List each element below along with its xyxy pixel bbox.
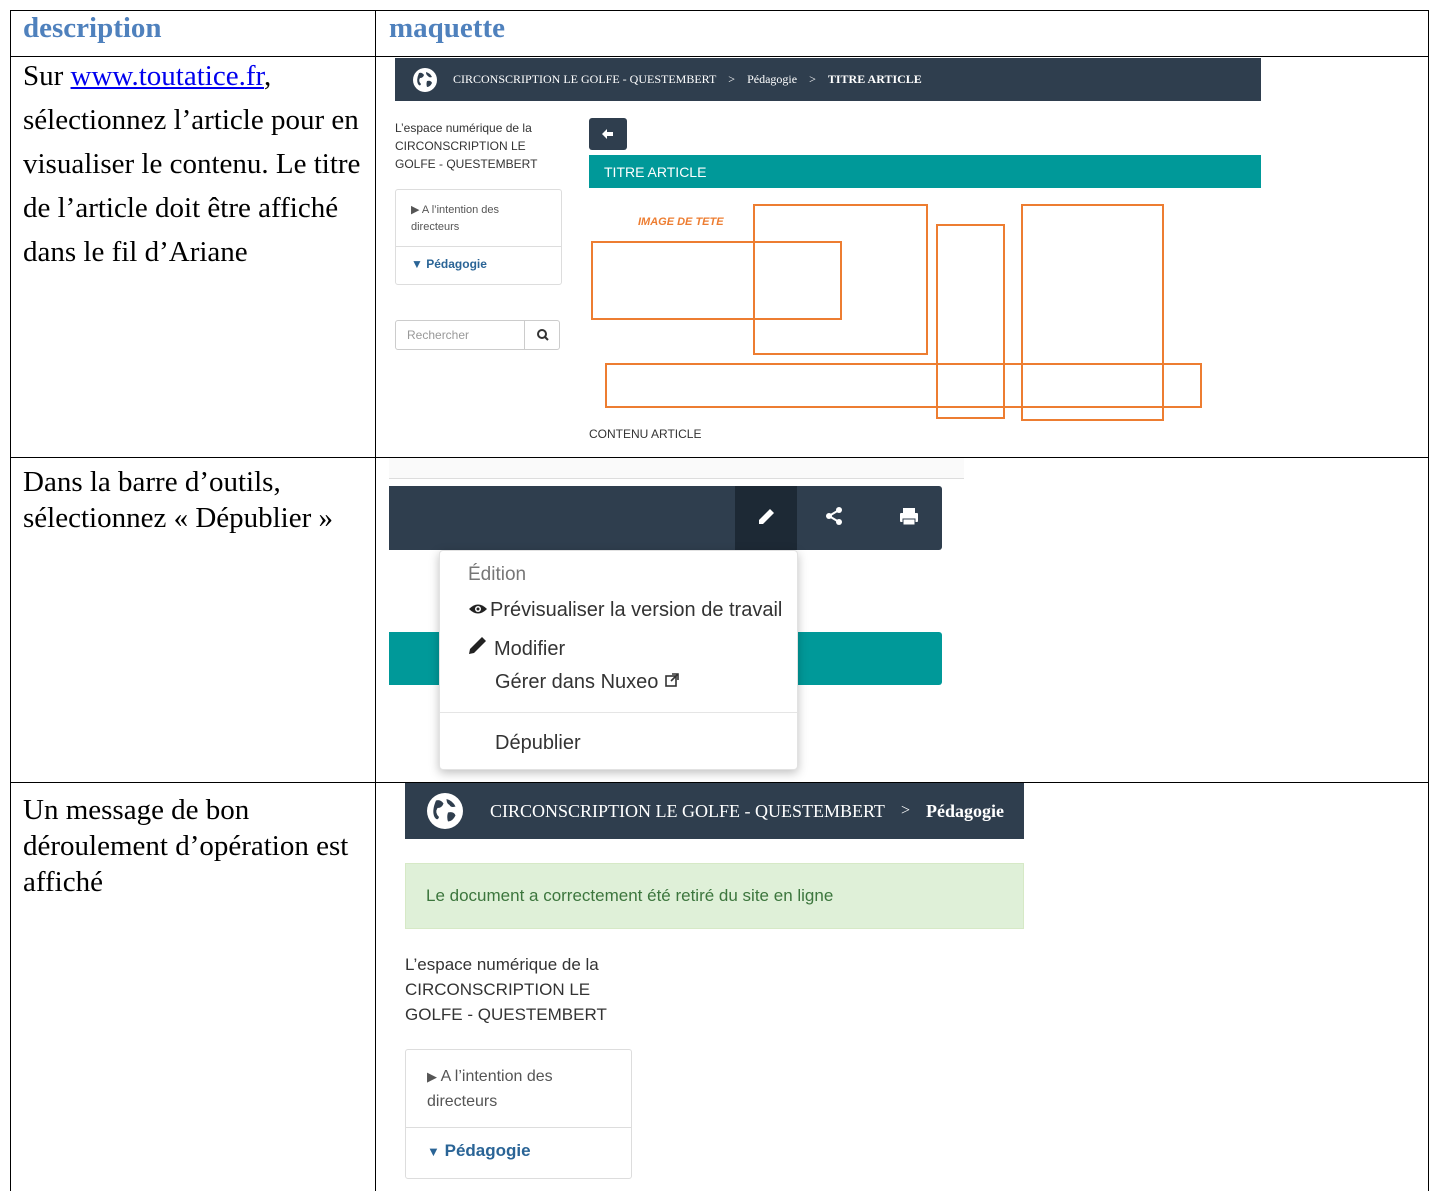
side-menu: ▶ A l’intention des directeurs ▼ Pédagog… — [395, 189, 562, 285]
dropdown-item-label: Gérer dans Nuxeo — [495, 671, 659, 693]
pencil-icon — [759, 509, 774, 524]
breadcrumb-current: TITRE ARTICLE — [827, 72, 922, 86]
edit-dropdown: Édition Prévisualiser la version de trav… — [439, 550, 798, 770]
site-description-line: L’espace numérique de la — [395, 121, 532, 135]
caret-right-icon: ▶ — [427, 1069, 437, 1084]
breadcrumb-separator: > — [900, 802, 910, 819]
print-icon — [900, 508, 918, 526]
article-title-bar: TITRE ARTICLE — [589, 155, 1261, 188]
content-placeholder — [605, 363, 1202, 408]
table-left-border — [10, 10, 11, 1191]
breadcrumb-item[interactable]: CIRCONSCRIPTION LE GOLFE - QUESTEMBERT — [453, 72, 716, 87]
pencil-icon — [468, 635, 494, 661]
caret-down-icon: ▼ — [427, 1144, 440, 1159]
menu-item-directeurs[interactable]: ▶ A l’intention des directeurs — [427, 1064, 553, 1114]
article-title: TITRE ARTICLE — [604, 164, 707, 180]
dropdown-item-nuxeo[interactable]: Gérer dans Nuxeo — [495, 671, 680, 694]
row3-description: Un message de bon déroulement d’opératio… — [23, 792, 360, 900]
dropdown-item-label: Modifier — [494, 638, 566, 660]
menu-divider — [406, 1127, 631, 1128]
search-icon — [537, 329, 549, 341]
caret-down-icon: ▼ — [411, 257, 423, 271]
globe-icon — [413, 67, 437, 92]
dropdown-item-label: Prévisualiser la version de travail — [490, 599, 783, 621]
breadcrumb-separator: > — [728, 72, 736, 86]
row2-text: Dans la barre d’outils, sélectionnez « D… — [23, 466, 334, 534]
menu-item-label: A l’intention des — [440, 1068, 553, 1085]
share-button[interactable] — [809, 486, 859, 550]
edit-button[interactable] — [735, 486, 797, 550]
image-label: IMAGE DE TETE — [638, 216, 724, 228]
site-description-line: CIRCONSCRIPTION LE — [395, 139, 526, 153]
row3-text: Un message de bon déroulement d’opératio… — [23, 794, 349, 898]
breadcrumb-item[interactable]: Pédagogie — [747, 72, 797, 87]
menu-item-pedagogie[interactable]: ▼ Pédagogie — [411, 257, 487, 271]
top-separator — [389, 458, 964, 479]
eye-icon — [468, 599, 490, 622]
menu-item-directeurs[interactable]: ▶ A l’intention des directeurs — [411, 202, 499, 236]
header-maquette: maquette — [389, 12, 505, 44]
caret-right-icon: ▶ — [411, 204, 420, 216]
external-link-icon — [664, 671, 680, 693]
breadcrumb-current: Pédagogie — [925, 800, 1004, 821]
site-description: L’espace numérique de la CIRCONSCRIPTION… — [405, 952, 607, 1027]
row1-description: Sur www.toutatice.fr, sélectionnez l’art… — [23, 54, 363, 274]
row1-prefix: Sur — [23, 60, 71, 92]
dropdown-divider — [440, 712, 797, 713]
mockup3-navbar: CIRCONSCRIPTION LE GOLFE - QUESTEMBERT >… — [405, 783, 1024, 839]
search-button[interactable] — [524, 321, 561, 349]
menu-item-label: Pédagogie — [444, 1141, 531, 1160]
site-description-line: L’espace numérique de la — [405, 955, 599, 974]
table-right-border — [1428, 10, 1429, 1191]
alert-message: Le document a correctement été retiré du… — [426, 886, 834, 905]
breadcrumb-separator: > — [809, 72, 816, 86]
content-label: CONTENU ARTICLE — [589, 427, 702, 441]
menu-item-label: directeurs — [427, 1093, 498, 1110]
site-description-line: CIRCONSCRIPTION LE — [405, 980, 591, 999]
search-input[interactable]: Rechercher — [407, 328, 469, 342]
toutatice-link[interactable]: www.toutatice.fr — [71, 60, 264, 92]
breadcrumb-item[interactable]: CIRCONSCRIPTION LE GOLFE - QUESTEMBERT — [490, 801, 885, 822]
site-description: L’espace numérique de la CIRCONSCRIPTION… — [395, 119, 537, 173]
site-description-line: GOLFE - QUESTEMBERT — [395, 157, 538, 171]
mockup2-toolbar — [389, 486, 942, 550]
menu-item-label: Pédagogie — [426, 257, 487, 271]
dropdown-header: Édition — [468, 564, 527, 585]
menu-item-label: directeurs — [411, 221, 460, 233]
dropdown-item-modify[interactable]: Modifier — [468, 635, 565, 661]
back-button[interactable] — [589, 118, 627, 150]
mockup1-navbar: CIRCONSCRIPTION LE GOLFE - QUESTEMBERT >… — [395, 58, 1261, 101]
arrow-left-icon — [602, 129, 613, 139]
share-icon — [826, 507, 842, 525]
search-box: Rechercher — [395, 320, 560, 350]
menu-item-label: A l’intention des — [421, 204, 499, 216]
menu-divider — [396, 246, 561, 247]
menu-item-pedagogie[interactable]: ▼ Pédagogie — [427, 1141, 531, 1161]
image-placeholder — [753, 204, 928, 355]
print-button[interactable] — [883, 486, 933, 550]
table-column-divider — [375, 10, 376, 1191]
row2-description: Dans la barre d’outils, sélectionnez « D… — [23, 464, 360, 536]
success-alert: Le document a correctement été retiré du… — [405, 863, 1024, 929]
site-description-line: GOLFE - QUESTEMBERT — [405, 1005, 607, 1024]
globe-icon — [427, 793, 463, 829]
dropdown-item-unpublish[interactable]: Dépublier — [495, 732, 581, 755]
side-menu: ▶ A l’intention des directeurs ▼ Pédagog… — [405, 1049, 632, 1179]
dropdown-item-preview[interactable]: Prévisualiser la version de travail — [468, 599, 782, 622]
table-top-border — [10, 10, 1429, 11]
header-description: description — [23, 12, 162, 44]
